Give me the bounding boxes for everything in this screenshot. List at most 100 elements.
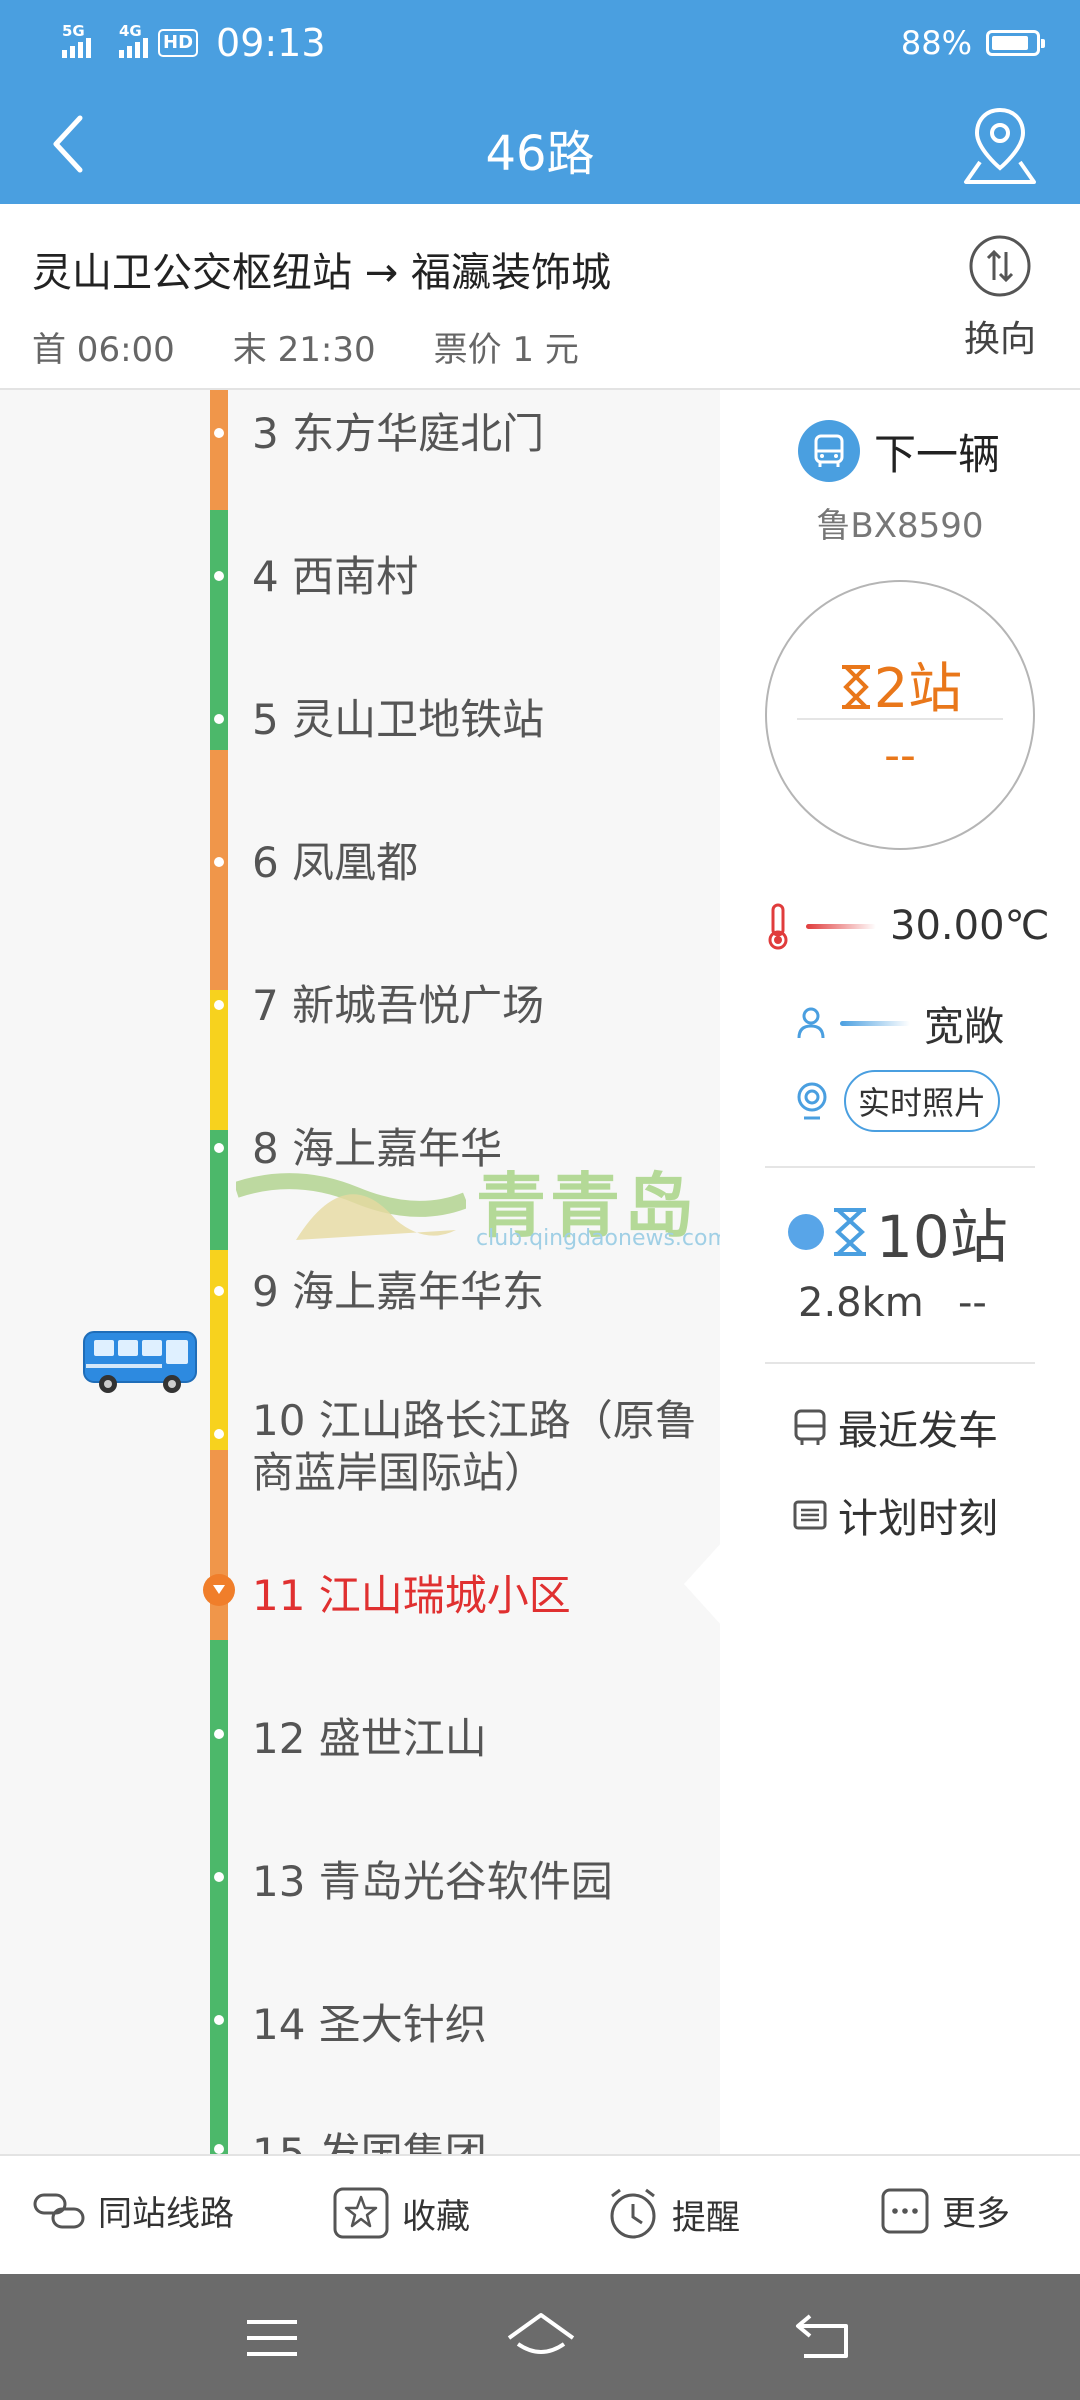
page-title: 46路 [485, 126, 595, 182]
stop-dot [214, 1872, 224, 1882]
hd-voice-icon: HD [158, 29, 199, 57]
first-bus-time: 首 06:00 [32, 330, 175, 370]
second-bus-stations: 10站 [876, 1203, 1008, 1271]
segment-traffic [210, 990, 228, 1130]
temperature-row: 30.00℃ [720, 902, 1080, 950]
segment-traffic [210, 1450, 228, 1640]
stop-dot [214, 1143, 224, 1153]
bottom-toolbar: 同站线路 收藏 提醒 更多 [0, 2154, 1080, 2274]
crowd-level: 宽敞 [924, 1004, 1004, 1050]
camera-icon [797, 1082, 827, 1120]
swap-label: 换向 [963, 319, 1036, 360]
next-bus-header: 下一辆 [798, 420, 1000, 482]
same-stop-label: 同站线路 [98, 2194, 234, 2234]
stop-name: 12 盛世江山 [252, 1714, 487, 1763]
location-pin-icon[interactable] [960, 102, 1040, 188]
stop-name: 14 圣大针织 [252, 2000, 487, 2049]
stop-dot [214, 714, 224, 724]
alarm-clock-icon [610, 2188, 656, 2239]
ring-divider [797, 718, 1003, 720]
panel-divider [765, 1362, 1035, 1364]
favorite-button[interactable]: 收藏 [332, 2186, 470, 2240]
live-photo-button[interactable]: 实时照片 [844, 1070, 1001, 1132]
crowd-row: 宽敞 [720, 994, 1080, 1052]
next-bus-label: 下一辆 [874, 429, 1001, 479]
stop-list[interactable]: 3 东方华庭北门 4 西南村 5 灵山卫地铁站 6 凤凰都 7 新城吾悦广场 8… [0, 390, 720, 2154]
route-meta: 首 06:00 末 21:30 票价 1 元 [32, 322, 579, 371]
home-icon[interactable] [504, 2310, 578, 2364]
stop-name: 8 海上嘉年华 [252, 1124, 503, 1173]
arrival-ring: 2站 -- [765, 580, 1035, 850]
list-icon [793, 1500, 827, 1530]
schedule-link[interactable]: 计划时刻 [792, 1486, 998, 1544]
status-bar: 5G 4G HD 09:13 88% [0, 0, 1080, 84]
plate-number: 鲁BX8590 [816, 506, 984, 546]
hourglass-icon [841, 665, 870, 709]
battery-percent: 88% [900, 24, 972, 62]
reminder-label: 提醒 [672, 2197, 740, 2238]
signal-4g-icon: 4G [119, 22, 148, 58]
stop-name: 15 发国集团 [252, 2129, 487, 2154]
person-icon [797, 1007, 825, 1039]
status-right: 88% [900, 18, 1045, 68]
swap-direction-button[interactable]: 换向 [950, 234, 1050, 362]
segment-traffic [210, 390, 228, 510]
stop-dot [214, 1729, 224, 1739]
stop-name: 11 江山瑞城小区 [252, 1571, 571, 1620]
signal-5g-label: 5G [62, 22, 85, 40]
current-stop-marker [203, 1574, 235, 1606]
status-time: 09:13 [216, 21, 326, 65]
stop-name: 10 江山路长江路（原鲁商蓝岸国际站） [252, 1396, 697, 1497]
stop-dot [214, 1000, 224, 1010]
second-bus: 10站 [788, 1190, 1008, 1274]
second-bus-eta: -- [958, 1280, 987, 1326]
reminder-button[interactable]: 提醒 [606, 2186, 740, 2242]
last-bus-time: 末 21:30 [232, 330, 376, 370]
stop-name: 6 凤凰都 [252, 838, 419, 887]
bus-outline-icon [794, 1409, 826, 1445]
stop-name: 9 海上嘉年华东 [252, 1267, 545, 1316]
schedule-label: 计划时刻 [838, 1496, 998, 1542]
stop-dot [214, 428, 224, 438]
transfer-icon [33, 2193, 85, 2228]
stop-dot [214, 1429, 224, 1439]
back-nav-icon[interactable] [794, 2312, 854, 2362]
stop-dot [214, 1286, 224, 1296]
hourglass-icon [834, 1208, 866, 1256]
nav-bar: 46路 [0, 84, 1080, 204]
stop-dot [214, 2015, 224, 2025]
segment-traffic [210, 1250, 228, 1450]
signal-4g-label: 4G [119, 22, 142, 40]
stop-dot [214, 2144, 224, 2154]
bus-front-icon [798, 420, 860, 482]
thermometer-icon [768, 903, 788, 950]
recent-departure-label: 最近发车 [838, 1408, 998, 1454]
stations-away-value: 2站 [873, 657, 963, 720]
more-button[interactable]: 更多 [880, 2186, 1010, 2235]
segment-traffic [210, 750, 228, 990]
fare: 票价 1 元 [433, 330, 579, 370]
star-icon [333, 2187, 389, 2239]
route-direction: 灵山卫公交枢纽站 → 福瀛装饰城 [32, 250, 611, 296]
recent-departure-link[interactable]: 最近发车 [792, 1398, 998, 1456]
panel-pointer [684, 1542, 722, 1626]
photo-row: 实时照片 [720, 1070, 1080, 1132]
arrival-panel: 下一辆 鲁BX8590 2站 -- 30.00℃ 宽敞 实时照片 10站 2.8… [720, 390, 1080, 2154]
more-label: 更多 [942, 2194, 1010, 2234]
route-line [210, 390, 228, 2154]
bus-icon[interactable] [82, 1328, 200, 1396]
stop-name: 7 新城吾悦广场 [252, 981, 545, 1030]
eta: -- [884, 730, 916, 781]
menu-icon[interactable] [244, 2316, 300, 2360]
segment-traffic [210, 1640, 228, 2154]
more-icon [881, 2188, 929, 2233]
battery-icon [986, 30, 1045, 56]
panel-divider [765, 1166, 1035, 1168]
status-left: 5G 4G HD 09:13 [62, 18, 326, 68]
stop-name: 3 东方华庭北门 [252, 409, 545, 458]
signal-5g-icon: 5G [62, 22, 91, 58]
favorite-label: 收藏 [402, 2196, 470, 2237]
swap-icon [969, 235, 1031, 297]
same-stop-lines-button[interactable]: 同站线路 [32, 2186, 234, 2235]
second-bus-distance: 2.8km [798, 1280, 924, 1326]
